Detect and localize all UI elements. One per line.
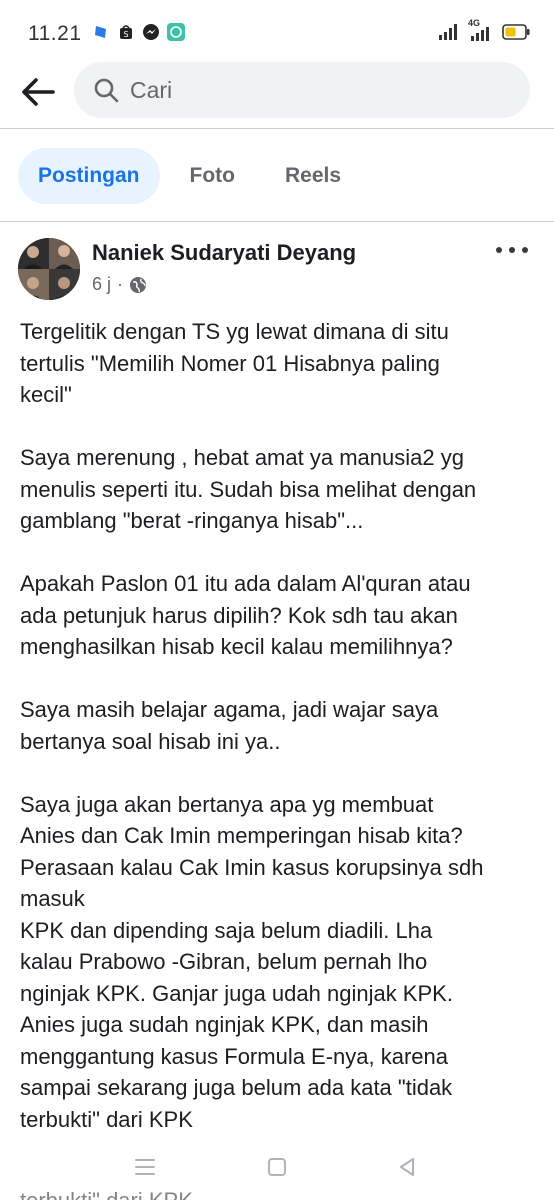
post-line: ada petunjuk harus dipilih? Kok sdh tau … — [20, 602, 458, 628]
header-divider — [0, 128, 554, 129]
back-nav-button[interactable] — [392, 1152, 422, 1182]
post-meta: 6 j · — [92, 274, 147, 295]
post-author-name[interactable]: Naniek Sudaryati Deyang — [92, 240, 356, 266]
globe-icon — [130, 276, 147, 293]
post-line: gamblang "berat -ringanya hisab"... — [20, 508, 364, 533]
more-dot — [522, 247, 528, 253]
post-line: terbukti" dari KPK — [20, 1106, 193, 1131]
triangle-back-icon — [400, 1158, 414, 1176]
post-line: Apakah Paslon 01 itu ada dalam Al'quran … — [20, 571, 471, 596]
messenger-icon — [142, 23, 160, 41]
search-header: Cari — [0, 60, 554, 128]
arrow-left-icon — [22, 78, 55, 106]
menu-icon — [135, 1159, 155, 1175]
post-paragraph: Saya merenung , hebat amat ya manusia2 y… — [20, 442, 540, 537]
post-paragraph: Apakah Paslon 01 itu ada dalam Al'quran … — [20, 568, 540, 663]
profile-tabs: Postingan Foto Reels — [18, 148, 361, 204]
scrolled-text-peek: terbukti" dari KPK — [20, 1188, 193, 1200]
post-line: nginjak KPK. Ganjar juga udah nginjak KP… — [20, 980, 453, 1006]
post-line: KPK dan dipending saja belum diadili. Lh… — [20, 917, 433, 943]
signal-icon — [439, 24, 457, 40]
recent-apps-button[interactable] — [130, 1152, 160, 1182]
tabs-divider — [0, 221, 554, 222]
post-line: Anies dan Cak Imin memperingan hisab kit… — [20, 823, 463, 848]
chat-app-icon — [167, 23, 185, 41]
post-body: Tergelitik dengan TS yg lewat dimana di … — [20, 316, 540, 1130]
post-line: menggantung kasus Formula E-nya, karena — [20, 1043, 449, 1069]
post-time[interactable]: 6 j — [92, 274, 111, 295]
system-icons: 4G — [438, 18, 530, 42]
shopping-bag-icon: S — [117, 23, 135, 41]
post-line: sampai sekarang juga belum ada kata "tid… — [20, 1075, 453, 1100]
post-line: menulis seperti itu. Sudah bisa melihat … — [20, 476, 477, 502]
post-line: Saya merenung , hebat amat ya manusia2 y… — [20, 445, 464, 470]
post-line: bertanya soal hisab ini ya.. — [20, 728, 281, 754]
post-line: masuk — [20, 886, 85, 911]
back-button[interactable] — [16, 70, 60, 114]
svg-text:S: S — [123, 30, 128, 39]
battery-icon — [502, 24, 530, 40]
tab-foto[interactable]: Foto — [170, 148, 255, 204]
post-line: Perasaan kalau Cak Imin kasus korupsinya… — [20, 854, 484, 880]
post-line: Saya masih belajar agama, jadi wajar say… — [20, 697, 439, 722]
post-paragraph: Tergelitik dengan TS yg lewat dimana di … — [20, 316, 540, 411]
post-line: menghasilkan hisab kecil kalau memilihny… — [20, 634, 453, 659]
tab-reels[interactable]: Reels — [265, 148, 361, 204]
post-line: Tergelitik dengan TS yg lewat dimana di … — [20, 319, 449, 344]
more-dot — [496, 247, 502, 253]
post-line: kalau Prabowo -Gibran, belum pernah lho — [20, 949, 428, 974]
post-paragraph: Saya masih belajar agama, jadi wajar say… — [20, 694, 540, 757]
status-bar: 11.21 S 4G — [0, 0, 554, 60]
post-options-button[interactable] — [496, 238, 528, 262]
search-placeholder: Cari — [130, 76, 173, 103]
mobile-data-icon: 4G — [468, 18, 494, 42]
post-line: Anies juga sudah nginjak KPK, dan masih — [20, 1012, 429, 1037]
more-dot — [509, 247, 515, 253]
app-notification-icon — [92, 23, 110, 41]
post-paragraph: Saya juga akan bertanya apa yg membuat A… — [20, 789, 540, 1131]
post-line: Saya juga akan bertanya apa yg membuat — [20, 791, 434, 817]
post-header: Naniek Sudaryati Deyang 6 j · — [0, 230, 554, 306]
status-time: 11.21 — [28, 22, 82, 45]
post-line: tertulis "Memilih Nomer 01 Hisabnya pali… — [20, 350, 440, 376]
notification-icons: S — [92, 23, 185, 41]
post-line: kecil" — [20, 382, 72, 407]
meta-separator: · — [117, 274, 124, 294]
page: 11.21 S 4G Cari Postingan Foto Reels Nan… — [0, 0, 554, 1200]
search-icon — [92, 76, 120, 104]
tab-postingan[interactable]: Postingan — [18, 148, 160, 204]
home-button[interactable] — [262, 1152, 292, 1182]
avatar[interactable] — [18, 238, 80, 300]
search-input[interactable]: Cari — [74, 62, 530, 118]
square-icon — [268, 1158, 286, 1176]
